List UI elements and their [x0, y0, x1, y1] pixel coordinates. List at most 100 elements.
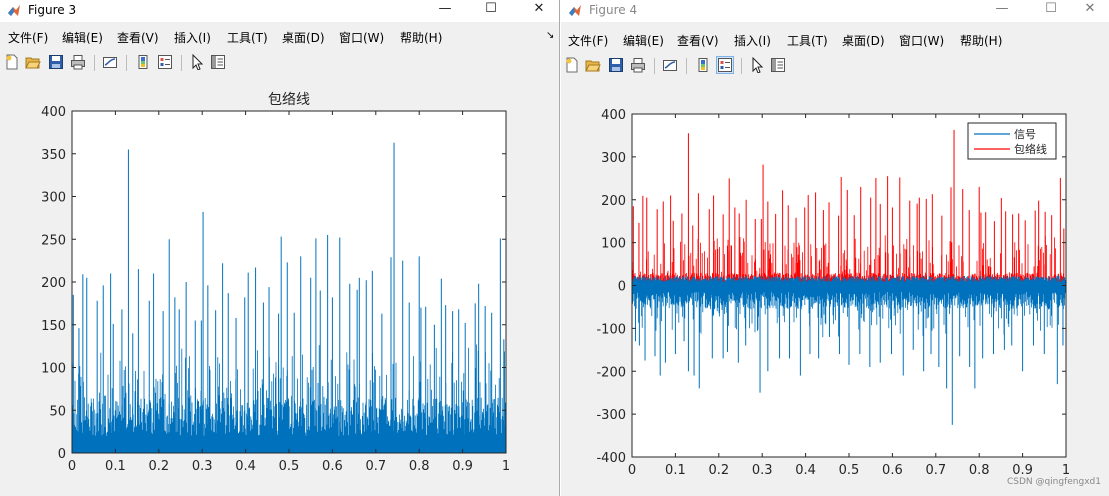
- menu-window[interactable]: 窗口(W): [899, 32, 944, 49]
- open-file-icon[interactable]: [585, 57, 601, 73]
- title-bar[interactable]: Figure 3 — ☐ ✕: [0, 0, 559, 22]
- x-tick-label: 0.3: [192, 459, 213, 474]
- menu-desktop[interactable]: 桌面(D): [282, 29, 325, 46]
- save-icon[interactable]: [608, 57, 624, 73]
- close-button[interactable]: ✕: [1075, 0, 1105, 20]
- menu-view[interactable]: 查看(V): [677, 32, 719, 49]
- dock-arrow-icon[interactable]: ↘: [546, 30, 554, 41]
- y-tick-label: 400: [601, 108, 626, 123]
- x-tick-label: 0.8: [969, 463, 990, 478]
- print-icon[interactable]: [630, 57, 646, 73]
- x-tick-label: 0.1: [665, 463, 686, 478]
- pointer-icon[interactable]: [189, 54, 205, 70]
- open-file-icon[interactable]: [25, 54, 41, 70]
- menu-file[interactable]: 文件(F): [8, 29, 48, 46]
- y-tick-label: -100: [596, 322, 626, 337]
- figure-toolbar: [561, 55, 1109, 79]
- figure-3-window: Figure 3 — ☐ ✕ 文件(F) 编辑(E) 查看(V) 插入(I) 工…: [0, 0, 560, 496]
- minimize-button[interactable]: —: [430, 0, 460, 20]
- menu-tools[interactable]: 工具(T): [227, 29, 268, 46]
- menu-window[interactable]: 窗口(W): [339, 29, 384, 46]
- new-figure-icon[interactable]: [564, 57, 580, 73]
- toolbar-separator: [94, 55, 95, 71]
- y-tick-label: 350: [41, 148, 66, 163]
- toolbar-separator: [126, 55, 127, 71]
- matlab-logo-icon: [569, 5, 581, 16]
- x-tick-label: 0.9: [1012, 463, 1033, 478]
- figure-canvas: 0 0.1 0.2 0.3 0.4 0.5 0.6 0.7 0.8 0.9 1 -400 -300 -20…: [561, 80, 1109, 496]
- save-icon[interactable]: [48, 54, 64, 70]
- pointer-icon[interactable]: [749, 57, 765, 73]
- maximize-button[interactable]: ☐: [476, 0, 506, 20]
- title-bar[interactable]: Figure 4 — ☐ ✕: [561, 0, 1109, 22]
- matlab-logo-icon: [8, 5, 20, 16]
- y-tick-label: 100: [41, 362, 66, 377]
- x-tick-label: 0.8: [409, 459, 430, 474]
- x-tick-label: 0.2: [708, 463, 729, 478]
- print-icon[interactable]: [70, 54, 86, 70]
- y-tick-label: 100: [601, 237, 626, 252]
- menu-edit[interactable]: 编辑(E): [623, 32, 664, 49]
- legend-label: 信号: [1014, 128, 1036, 141]
- property-inspector-icon[interactable]: [210, 54, 226, 70]
- maximize-button[interactable]: ☐: [1036, 0, 1066, 20]
- menu-edit[interactable]: 编辑(E): [62, 29, 103, 46]
- menu-insert[interactable]: 插入(I): [174, 29, 211, 46]
- figure-canvas: 0 0.1 0.2 0.3 0.4 0.5 0.6 0.7 0.8 0.9 1 0 50 100 150 20…: [0, 80, 559, 496]
- toolbar-separator: [686, 58, 687, 74]
- menu-help[interactable]: 帮助(H): [400, 29, 442, 46]
- x-tick-label: 1: [502, 459, 510, 474]
- y-tick-label: 150: [41, 319, 66, 334]
- y-tick-label: 200: [41, 276, 66, 291]
- signal-envelope-plot: 0 0.1 0.2 0.3 0.4 0.5 0.6 0.7 0.8 0.9 1 -400 -300 -20…: [596, 108, 1070, 478]
- y-tick-label: -300: [596, 408, 626, 423]
- close-button[interactable]: ✕: [524, 0, 554, 20]
- link-plot-icon[interactable]: [662, 57, 678, 73]
- toolbar-separator: [741, 58, 742, 74]
- window-title: Figure 3: [28, 3, 77, 17]
- figure-4-window: Figure 4 — ☐ ✕ 文件(F) 编辑(E) 查看(V) 插入(I) 工…: [561, 0, 1109, 496]
- colorbar-icon[interactable]: [135, 54, 151, 70]
- y-tick-label: 0: [58, 447, 66, 462]
- menu-file[interactable]: 文件(F): [568, 32, 608, 49]
- envelope-plot: 0 0.1 0.2 0.3 0.4 0.5 0.6 0.7 0.8 0.9 1 0 50 100 150 20…: [41, 92, 510, 474]
- x-tick-label: 0.6: [882, 463, 903, 478]
- figure-toolbar: [0, 52, 559, 76]
- chart-title: 包络线: [268, 92, 310, 108]
- toolbar-separator: [181, 55, 182, 71]
- menu-bar: 文件(F) 编辑(E) 查看(V) 插入(I) 工具(T) 桌面(D) 窗口(W…: [561, 30, 1109, 50]
- menu-insert[interactable]: 插入(I): [734, 32, 771, 49]
- x-tick-label: 0.4: [795, 463, 816, 478]
- menu-help[interactable]: 帮助(H): [960, 32, 1002, 49]
- menu-bar: 文件(F) 编辑(E) 查看(V) 插入(I) 工具(T) 桌面(D) 窗口(W…: [0, 27, 559, 47]
- colorbar-icon[interactable]: [695, 57, 711, 73]
- watermark: CSDN @qingfengxd1: [1006, 477, 1101, 487]
- menu-view[interactable]: 查看(V): [117, 29, 159, 46]
- y-tick-label: 250: [41, 233, 66, 248]
- x-tick-label: 0.5: [279, 459, 300, 474]
- x-tick-label: 0.5: [839, 463, 860, 478]
- window-title: Figure 4: [589, 3, 638, 17]
- x-tick-label: 0.1: [105, 459, 126, 474]
- y-tick-label: 300: [41, 191, 66, 206]
- x-tick-label: 0: [628, 463, 636, 478]
- y-tick-label: -400: [596, 451, 626, 466]
- link-plot-icon[interactable]: [102, 54, 118, 70]
- x-tick-label: 0.6: [322, 459, 343, 474]
- y-tick-label: 300: [601, 151, 626, 166]
- x-tick-label: 0.2: [148, 459, 169, 474]
- y-tick-label: 400: [41, 105, 66, 120]
- minimize-button[interactable]: —: [987, 0, 1017, 20]
- x-tick-label: 0.3: [752, 463, 773, 478]
- legend-icon[interactable]: [716, 56, 734, 74]
- x-tick-label: 0.4: [235, 459, 256, 474]
- x-tick-label: 0.7: [925, 463, 946, 478]
- menu-tools[interactable]: 工具(T): [787, 32, 828, 49]
- legend-icon[interactable]: [157, 54, 173, 70]
- property-inspector-icon[interactable]: [770, 57, 786, 73]
- x-tick-label: 0.7: [365, 459, 386, 474]
- legend-label: 包络线: [1014, 142, 1047, 156]
- toolbar-separator: [654, 58, 655, 74]
- new-figure-icon[interactable]: [4, 54, 20, 70]
- menu-desktop[interactable]: 桌面(D): [842, 32, 885, 49]
